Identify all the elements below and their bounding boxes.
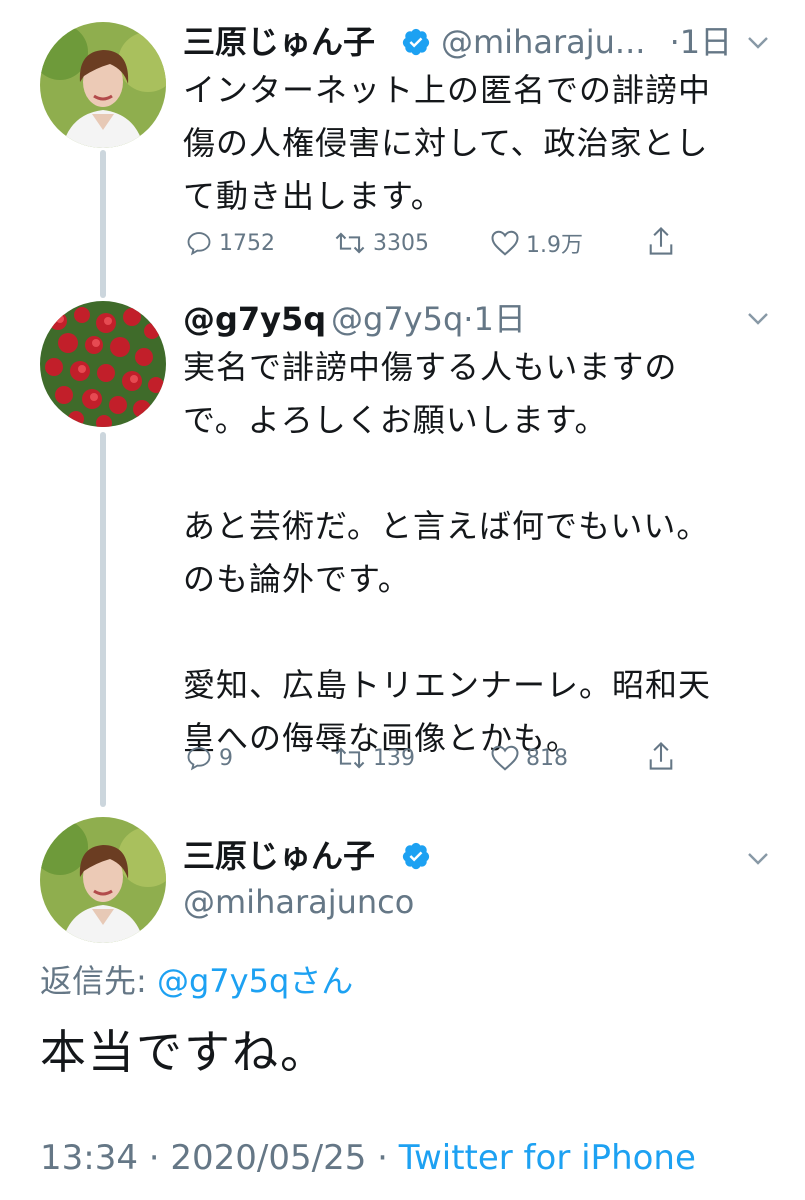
retweet-button[interactable]: 3305: [333, 228, 429, 258]
like-button[interactable]: 818: [490, 743, 568, 773]
verified-badge-icon: [402, 842, 430, 870]
heart-icon: [491, 745, 519, 771]
retweet-button[interactable]: 139: [333, 743, 415, 773]
client-link[interactable]: Twitter for iPhone: [399, 1138, 696, 1178]
tweet-metadata: 13:34 · 2020/05/25 · Twitter for iPhone: [40, 1134, 696, 1182]
verified-badge-icon: [402, 28, 430, 56]
avatar[interactable]: [40, 301, 166, 427]
handle[interactable]: @miharajunco: [183, 882, 414, 922]
handle-text: @g7y5q: [331, 300, 464, 338]
reply-count: 1752: [219, 230, 275, 256]
replying-to: 返信先: @g7y5qさん: [40, 959, 353, 1003]
tweet-time[interactable]: ·1日: [463, 300, 526, 338]
share-button[interactable]: [647, 741, 675, 771]
tweet-timestamp: 13:34 · 2020/05/25 ·: [40, 1138, 399, 1178]
retweet-icon: [335, 232, 365, 254]
share-button[interactable]: [647, 226, 675, 256]
like-count: 818: [526, 745, 568, 771]
chevron-down-icon[interactable]: [747, 312, 769, 326]
display-name[interactable]: @g7y5q: [183, 299, 326, 339]
chevron-down-icon[interactable]: [747, 852, 769, 866]
reply-button[interactable]: 1752: [185, 228, 275, 258]
thread-connector: [100, 150, 106, 298]
reply-icon: [187, 232, 211, 256]
thread-connector: [100, 432, 106, 807]
reply-mention-link[interactable]: @g7y5qさん: [157, 962, 353, 1000]
like-count: 1.9万: [526, 233, 583, 258]
like-button[interactable]: 1.9万: [490, 228, 583, 258]
share-icon: [649, 741, 673, 770]
share-icon: [649, 226, 673, 255]
replying-to-label: 返信先:: [40, 962, 157, 1000]
avatar[interactable]: [40, 817, 166, 943]
tweet-text: 本当ですね。: [40, 1025, 328, 1079]
reply-icon: [187, 747, 211, 771]
retweet-count: 139: [373, 745, 415, 771]
display-name[interactable]: 三原じゅん子: [183, 836, 375, 876]
handle[interactable]: @miharaju... ·1日: [441, 22, 732, 62]
tweet-text: 実名で誹謗中傷する人もいますの で。よろしくお願いします。 あと芸術だ。と言えば…: [183, 348, 712, 757]
handle[interactable]: @g7y5q·1日: [331, 299, 526, 339]
avatar[interactable]: [40, 22, 166, 148]
reply-button[interactable]: 9: [185, 743, 233, 773]
reply-count: 9: [219, 745, 233, 771]
tweet-time[interactable]: ·1日: [670, 23, 733, 61]
retweet-icon: [335, 747, 365, 769]
retweet-count: 3305: [373, 230, 429, 256]
handle-text: @miharaju...: [441, 23, 646, 61]
display-name[interactable]: 三原じゅん子: [183, 22, 375, 62]
heart-icon: [491, 230, 519, 256]
tweet-text: インターネット上の匿名での誹謗中 傷の人権侵害に対して、政治家とし て動き出しま…: [183, 71, 712, 215]
chevron-down-icon[interactable]: [747, 36, 769, 50]
